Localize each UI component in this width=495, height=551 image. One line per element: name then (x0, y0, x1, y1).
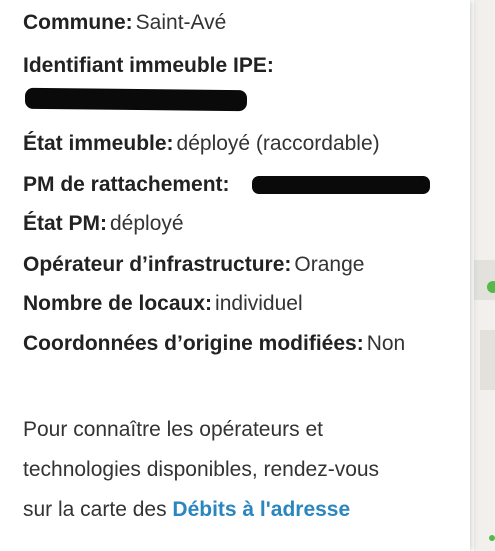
promo-text-prefix: sur la carte des (23, 498, 173, 521)
map-marker-icon[interactable] (489, 535, 495, 541)
field-label: Nombre de locaux: (23, 292, 213, 315)
map-background[interactable] (474, 0, 495, 551)
field-infrastructure-operator: Opérateur d’infrastructure: Orange (23, 252, 364, 278)
field-label: Identifiant immeuble IPE: (23, 54, 274, 77)
field-commune: Commune: Saint-Avé (23, 10, 226, 36)
field-label: Coordonnées d’origine modifiées: (23, 332, 364, 355)
field-premises-count: Nombre de locaux: individuel (23, 291, 303, 317)
map-marker-icon[interactable] (487, 281, 495, 293)
field-value: déployé (raccordable) (176, 132, 380, 155)
field-label: Opérateur d’infrastructure: (23, 253, 292, 276)
redacted-ipe-value (24, 87, 248, 112)
field-value: individuel (215, 292, 303, 315)
field-building-state: État immeuble: déployé (raccordable) (23, 131, 380, 157)
field-label: Commune: (23, 11, 133, 34)
speed-map-promo: Pour connaître les opérateurs et technol… (23, 410, 463, 530)
field-label: État immeuble: (23, 132, 174, 155)
redacted-pm-value (252, 176, 430, 194)
map-road (474, 260, 495, 300)
promo-text-line: technologies disponibles, rendez-vous (23, 458, 380, 481)
field-label: PM de rattachement: (23, 173, 230, 196)
field-coordinates-modified: Coordonnées d’origine modifiées: Non (23, 331, 405, 357)
building-info-popup: Commune: Saint-Avé Identifiant immeuble I… (0, 0, 470, 551)
field-pm: PM de rattachement: (23, 172, 230, 198)
field-value: Orange (294, 253, 365, 276)
field-pm-state: État PM: déployé (23, 211, 184, 237)
debits-a-l-adresse-link[interactable]: Débits à l'adresse (172, 498, 350, 521)
field-label: État PM: (23, 212, 107, 235)
promo-text-line: sur la carte des Débits à l'adresse (23, 490, 463, 530)
promo-text-line: Pour connaître les opérateurs et (23, 418, 324, 441)
screen: Commune: Saint-Avé Identifiant immeuble I… (0, 0, 495, 551)
field-value: Non (366, 332, 406, 355)
field-value: déployé (110, 212, 184, 235)
field-value: Saint-Avé (135, 11, 227, 34)
map-road (480, 330, 495, 390)
field-ipe-id: Identifiant immeuble IPE: (23, 53, 274, 79)
